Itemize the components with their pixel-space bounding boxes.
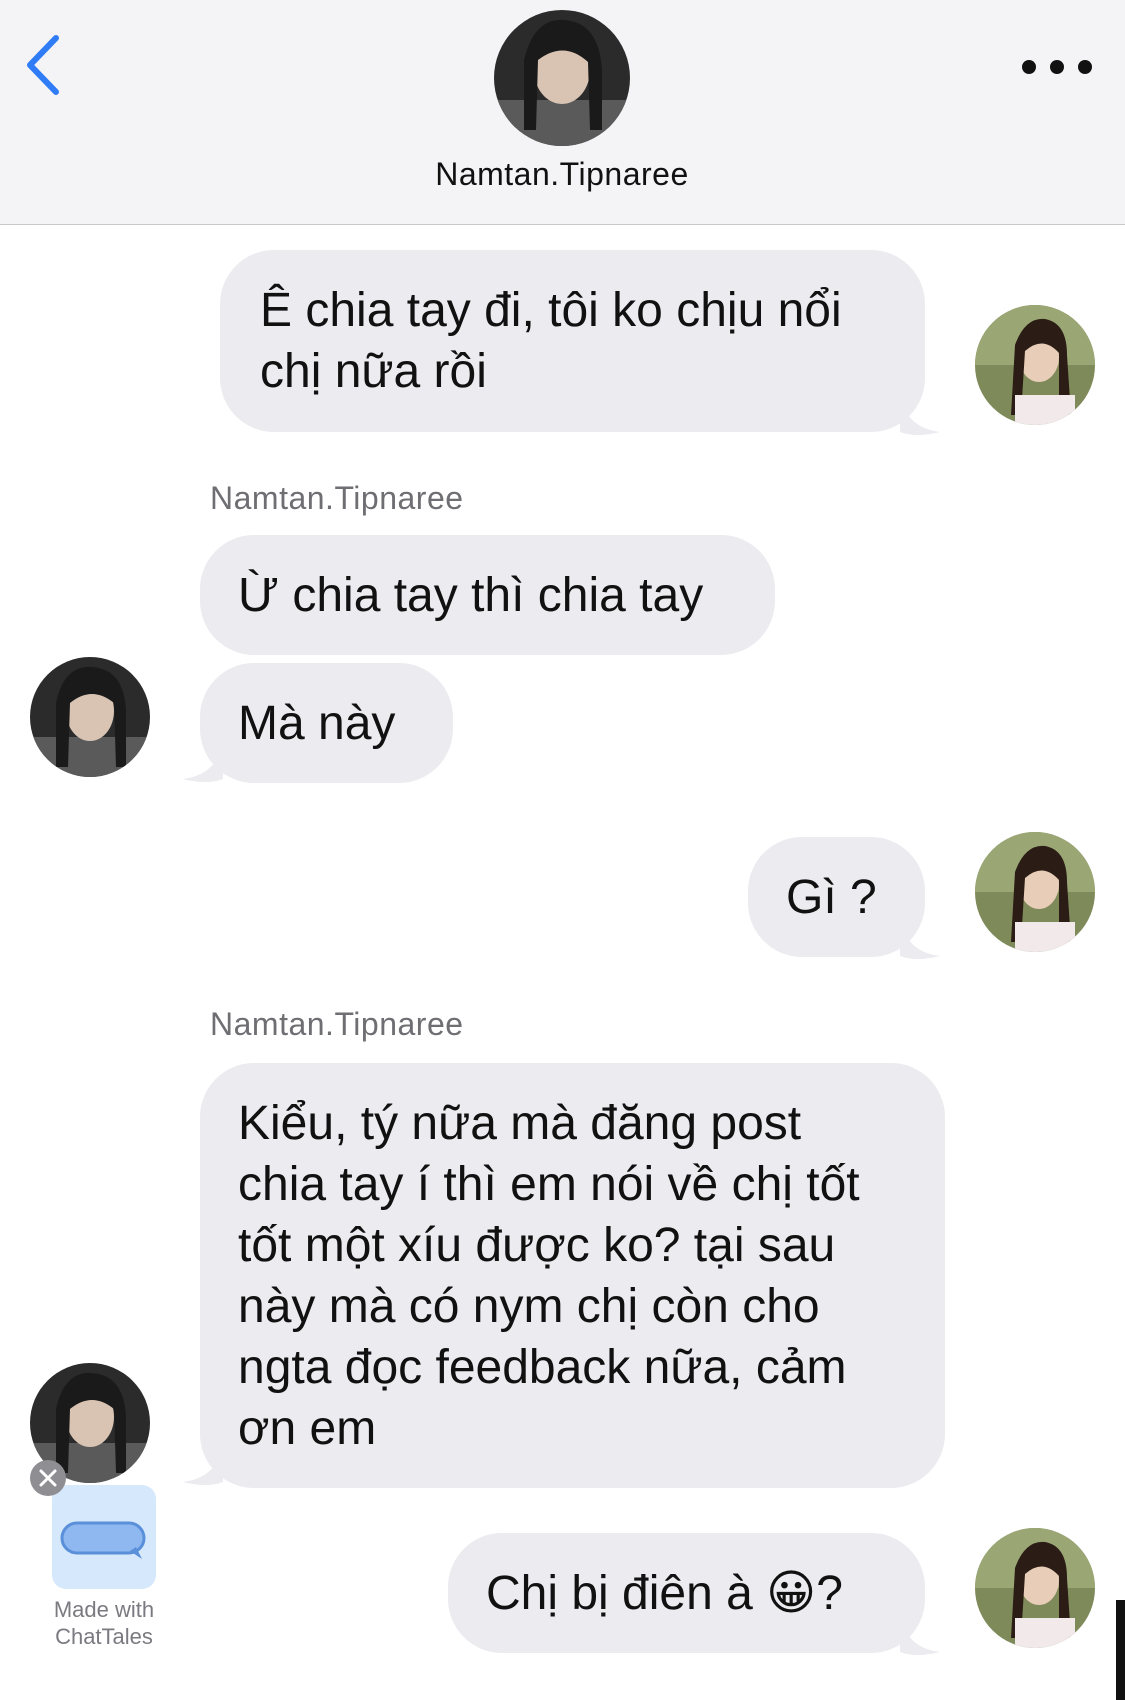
message-bubble-incoming[interactable]: Ừ chia tay thì chia tay bbox=[200, 535, 775, 655]
contact-avatar[interactable] bbox=[494, 10, 630, 146]
sender-name-label: Namtan.Tipnaree bbox=[210, 1006, 464, 1042]
close-icon[interactable] bbox=[30, 1460, 66, 1496]
message-bubble-outgoing[interactable]: Gì ? bbox=[748, 837, 925, 957]
message-bubble-incoming[interactable]: Mà này bbox=[200, 663, 453, 783]
chattales-badge[interactable] bbox=[52, 1485, 156, 1589]
bubble-tail bbox=[900, 1618, 940, 1655]
screen-edge bbox=[1116, 1600, 1125, 1700]
bubble-tail bbox=[183, 745, 223, 782]
chevron-left-icon[interactable] bbox=[20, 30, 70, 100]
chattales-label: Made with ChatTales bbox=[53, 1597, 155, 1649]
contact-avatar-small[interactable] bbox=[30, 657, 150, 777]
message-text: Gì ? bbox=[786, 871, 877, 924]
message-bubble-incoming[interactable]: Kiểu, tý nữa mà đăng post chia tay í thì… bbox=[200, 1063, 945, 1488]
bubble-tail bbox=[900, 398, 940, 435]
message-text: Chị bị điên à 😀? bbox=[486, 1567, 843, 1620]
bubble-tail bbox=[900, 922, 940, 959]
message-text: Mà này bbox=[238, 697, 396, 750]
message-bubble-outgoing[interactable]: Ê chia tay đi, tôi ko chịu nổi chị nữa r… bbox=[220, 250, 925, 432]
chat-header: Namtan.Tipnaree bbox=[0, 0, 1125, 225]
message-text: Ừ chia tay thì chia tay bbox=[238, 569, 704, 622]
message-text: Ê chia tay đi, tôi ko chịu nổi chị nữa r… bbox=[260, 284, 842, 398]
contact-name[interactable]: Namtan.Tipnaree bbox=[362, 156, 762, 193]
user-avatar[interactable] bbox=[975, 305, 1095, 425]
sender-name-label: Namtan.Tipnaree bbox=[210, 480, 464, 516]
message-text: Kiểu, tý nữa mà đăng post chia tay í thì… bbox=[238, 1097, 860, 1455]
bubble-tail bbox=[183, 1448, 223, 1485]
message-bubble-outgoing[interactable]: Chị bị điên à 😀? bbox=[448, 1533, 925, 1653]
user-avatar[interactable] bbox=[975, 1528, 1095, 1648]
user-avatar[interactable] bbox=[975, 832, 1095, 952]
chat-bubble-icon bbox=[60, 1521, 146, 1559]
ellipsis-icon[interactable] bbox=[1015, 52, 1115, 82]
